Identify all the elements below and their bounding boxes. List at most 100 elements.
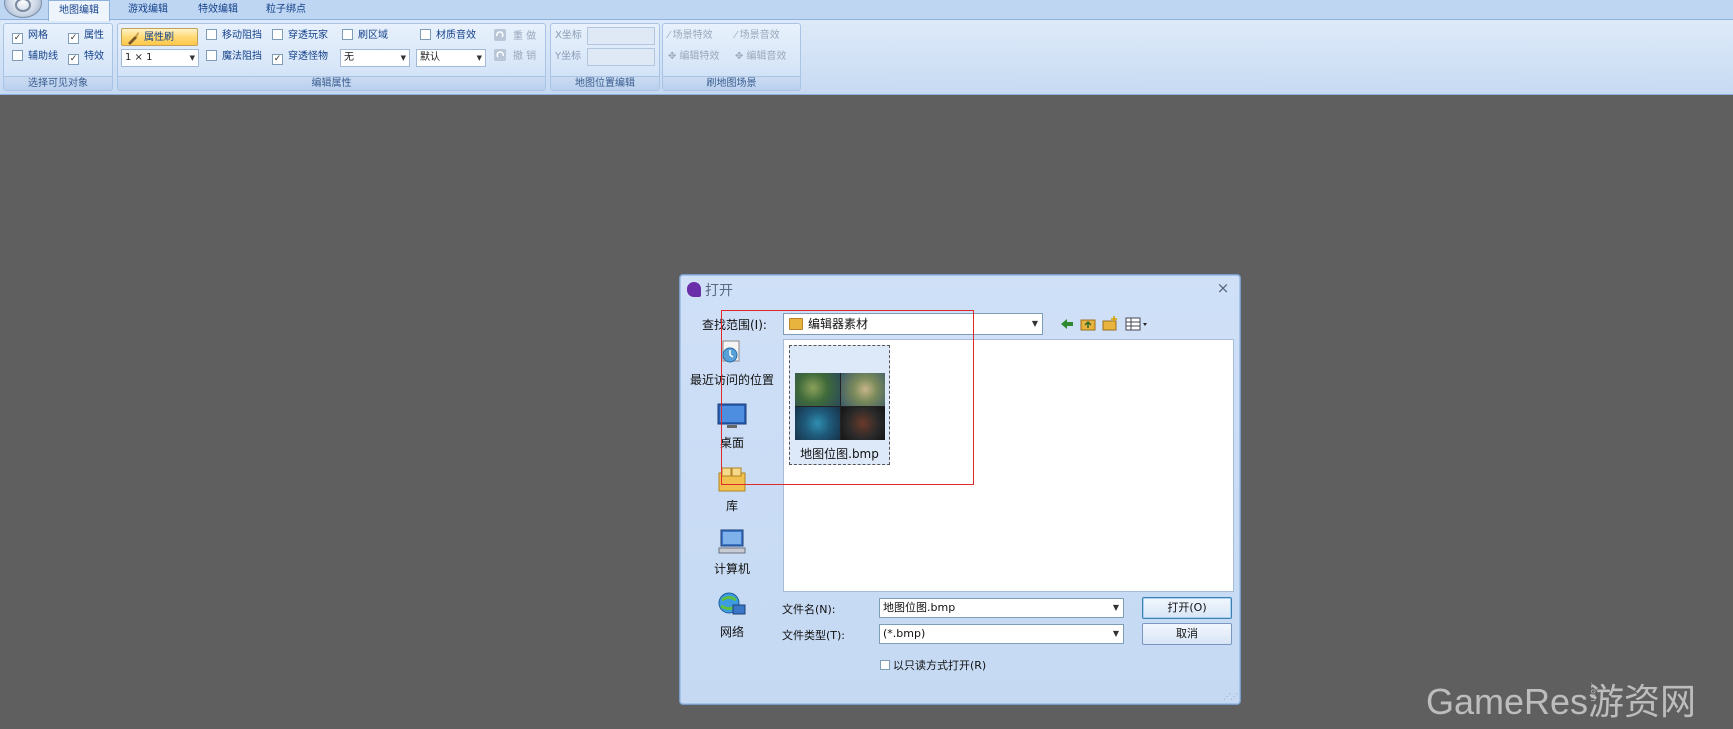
move-block-label: 移动阻挡	[222, 30, 262, 41]
attribute-checkbox[interactable]: ✓ 属性	[68, 29, 104, 44]
brush-size-value: 1 × 1	[125, 52, 153, 63]
new-folder-icon[interactable]	[1101, 315, 1119, 333]
scene-effect-label: 场景特效	[672, 30, 713, 41]
chevron-down-icon: ▼	[476, 54, 482, 62]
filetype-select[interactable]: (*.bmp) ▼	[879, 624, 1124, 644]
helper-line-label: 辅助线	[28, 51, 58, 62]
material-sound-label: 材质音效	[436, 30, 476, 41]
pass-player-label: 穿透玩家	[288, 30, 328, 41]
place-network[interactable]: 网络	[688, 591, 776, 640]
grid-label: 网格	[28, 30, 48, 41]
y-coord-label: Y坐标	[555, 51, 582, 62]
readonly-label: 以只读方式打开(R)	[893, 659, 987, 672]
place-computer-label: 计算机	[713, 562, 750, 576]
chevron-down-icon: ▼	[1112, 603, 1119, 612]
magic-block-label: 魔法阻挡	[222, 51, 262, 62]
group-edit-attributes: 属性刷 1 × 1 ▼ 移动阻挡 魔法阻挡 穿透玩家 ✓ 穿透怪物 刷区域 无 ▼ 材…	[117, 23, 546, 91]
undo-button[interactable]: 撤 销	[493, 48, 536, 66]
edit-effect-button[interactable]: ✥ 编辑特效	[668, 48, 719, 66]
move-icon: ✥	[668, 51, 677, 62]
view-menu-icon[interactable]	[1124, 315, 1150, 333]
ribbon: 地图编辑 游戏编辑 特效编辑 粒子绑点 ✓ 网格 ✓ 属性 辅助线 ✓ 特效 选择可见…	[0, 0, 1733, 95]
place-library-label: 库	[725, 499, 738, 513]
scene-effect-button[interactable]: ⁄ 场景特效	[668, 27, 713, 45]
x-coord-label: X坐标	[555, 30, 582, 41]
material-value: 默认	[420, 52, 440, 63]
wand-icon: ⁄	[735, 30, 737, 41]
chevron-down-icon: ▼	[1031, 319, 1038, 328]
dialog-title: 打开	[705, 283, 733, 299]
magic-block-checkbox[interactable]: 魔法阻挡	[206, 50, 262, 64]
watermark: GameRes游资网	[1426, 681, 1697, 722]
watermark-tld: .com	[1589, 682, 1598, 702]
ribbon-tabstrip: 地图编辑 游戏编辑 特效编辑 粒子绑点	[0, 0, 1733, 21]
move-icon: ✥	[735, 51, 744, 62]
wand-icon: ⁄	[668, 30, 670, 41]
x-coord-input[interactable]	[587, 27, 655, 45]
undo-icon	[494, 49, 506, 61]
filetype-label: 文件类型(T):	[782, 629, 846, 642]
edit-sound-button[interactable]: ✥ 编辑音效	[735, 48, 786, 66]
effect-label: 特效	[84, 51, 104, 62]
tab-particle-bind[interactable]: 粒子绑点	[256, 0, 316, 20]
tab-effect-edit[interactable]: 特效编辑	[188, 0, 248, 20]
readonly-checkbox[interactable]: 以只读方式打开(R)	[880, 657, 986, 673]
material-sound-checkbox[interactable]: 材质音效	[420, 29, 476, 43]
grid-checkbox[interactable]: ✓ 网格	[12, 29, 48, 44]
app-icon	[687, 282, 701, 297]
helper-line-checkbox[interactable]: 辅助线	[12, 50, 58, 64]
tab-map-edit[interactable]: 地图编辑	[48, 0, 110, 21]
pass-monster-checkbox[interactable]: ✓ 穿透怪物	[272, 50, 328, 65]
close-button[interactable]: ×	[1214, 279, 1232, 297]
resize-grip-icon[interactable]: ⋰⋰	[1223, 692, 1238, 701]
move-block-checkbox[interactable]: 移动阻挡	[206, 29, 262, 43]
brush-area-checkbox[interactable]: 刷区域	[342, 29, 388, 43]
place-computer[interactable]: 计算机	[688, 528, 776, 577]
brush-area-label: 刷区域	[358, 30, 388, 41]
undo-label: 撤 销	[513, 51, 537, 62]
chevron-down-icon: ▼	[1112, 629, 1119, 638]
group-map-position: X坐标 Y坐标 地图位置编辑	[550, 23, 660, 91]
pass-monster-label: 穿透怪物	[288, 51, 328, 62]
y-coord-input[interactable]	[587, 48, 655, 66]
attribute-label: 属性	[84, 30, 104, 41]
filename-value: 地图位图.bmp	[883, 601, 956, 614]
filetype-value: (*.bmp)	[883, 627, 926, 640]
place-network-label: 网络	[719, 625, 744, 639]
area-select[interactable]: 无 ▼	[340, 49, 410, 67]
group-brush-scene: ⁄ 场景特效 ⁄ 场景音效 ✥ 编辑特效 ✥ 编辑音效 刷地图场景	[662, 23, 801, 91]
effect-checkbox[interactable]: ✓ 特效	[68, 50, 104, 65]
group-label-visible: 选择可见对象	[4, 76, 112, 90]
area-value: 无	[344, 52, 354, 63]
group-visible-objects: ✓ 网格 ✓ 属性 辅助线 ✓ 特效 选择可见对象	[3, 23, 113, 91]
back-arrow-icon[interactable]	[1058, 315, 1076, 333]
attribute-brush-label: 属性刷	[144, 32, 174, 43]
brush-icon	[128, 32, 139, 45]
group-label-edit-attributes: 编辑属性	[118, 76, 545, 90]
tab-game-edit[interactable]: 游戏编辑	[118, 0, 178, 20]
chevron-down-icon: ▼	[400, 54, 406, 62]
highlight-rectangle	[721, 310, 974, 485]
filename-label: 文件名(N):	[782, 603, 836, 616]
edit-effect-label: 编辑特效	[679, 51, 720, 62]
redo-label: 重 做	[513, 31, 537, 42]
attribute-brush-button[interactable]: 属性刷	[121, 28, 198, 46]
pass-player-checkbox[interactable]: 穿透玩家	[272, 29, 328, 43]
group-label-brush-scene: 刷地图场景	[663, 76, 800, 90]
dialog-titlebar[interactable]: 打开 ×	[680, 275, 1240, 303]
material-select[interactable]: 默认 ▼	[416, 49, 486, 67]
computer-icon	[718, 529, 746, 554]
filename-input[interactable]: 地图位图.bmp ▼	[879, 598, 1124, 618]
scene-sound-button[interactable]: ⁄ 场景音效	[735, 27, 780, 45]
redo-button[interactable]: 重 做	[493, 28, 536, 46]
brush-size-select[interactable]: 1 × 1 ▼	[121, 49, 199, 67]
cancel-button[interactable]: 取消	[1142, 623, 1232, 645]
network-icon	[718, 592, 746, 615]
group-label-map-position: 地图位置编辑	[551, 76, 659, 90]
edit-sound-label: 编辑音效	[746, 51, 787, 62]
up-folder-icon[interactable]	[1079, 315, 1097, 333]
redo-icon	[494, 29, 506, 41]
scene-sound-label: 场景音效	[739, 30, 780, 41]
chevron-down-icon: ▼	[189, 54, 195, 62]
open-button[interactable]: 打开(O)	[1142, 597, 1232, 619]
